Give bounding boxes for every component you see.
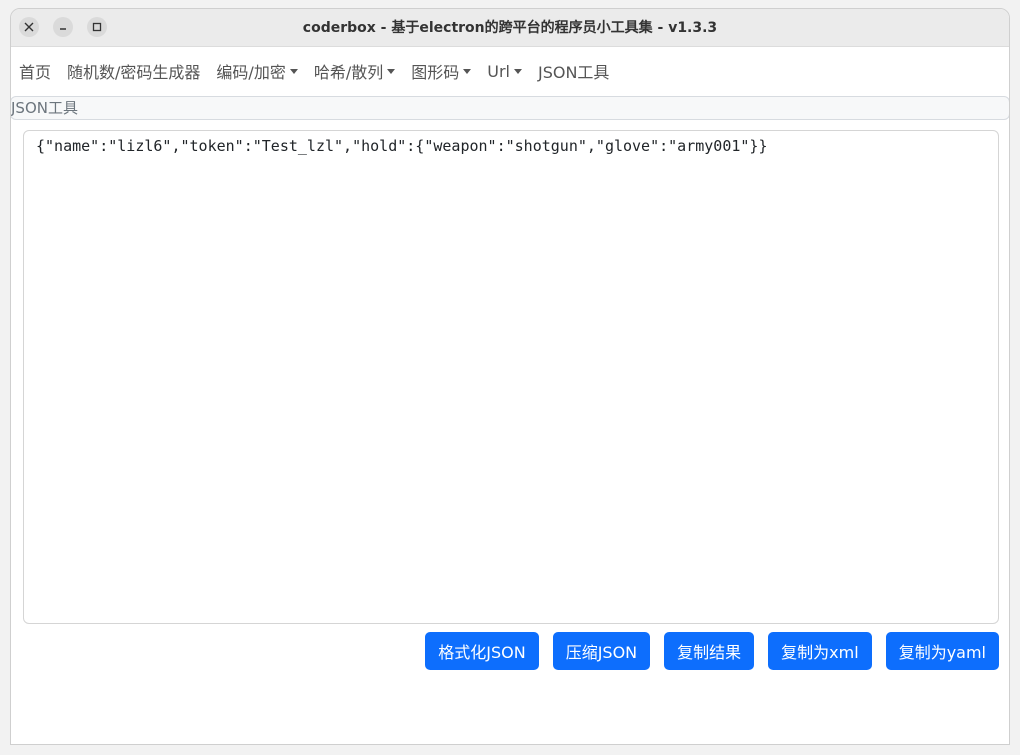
- window-title: coderbox - 基于electron的跨平台的程序员小工具集 - v1.3…: [302, 20, 718, 36]
- app-window: coderbox - 基于electron的跨平台的程序员小工具集 - v1.3…: [10, 8, 1010, 745]
- nav-home[interactable]: 首页: [19, 59, 51, 83]
- copy-as-xml-button[interactable]: 复制为xml: [768, 632, 872, 670]
- nav-hash-label: 哈希/散列: [313, 63, 384, 82]
- json-editor-textarea[interactable]: [23, 130, 999, 624]
- nav-url-dropdown[interactable]: Url: [487, 62, 522, 81]
- breadcrumb-label: JSON工具: [11, 99, 78, 117]
- nav-url-label: Url: [487, 61, 510, 81]
- nav-home-label: 首页: [19, 63, 52, 82]
- nav-json-tool-label: JSON工具: [537, 63, 610, 82]
- compress-json-button[interactable]: 压缩JSON: [552, 632, 651, 670]
- nav-graphic-code-dropdown[interactable]: 图形码: [411, 59, 472, 83]
- caret-down-icon: [387, 68, 396, 74]
- action-button-row: 格式化JSON 压缩JSON 复制结果 复制为xml 复制为yaml: [425, 632, 999, 670]
- breadcrumb: JSON工具: [11, 96, 1009, 120]
- copy-as-yaml-button[interactable]: 复制为yaml: [885, 632, 999, 670]
- copy-result-button[interactable]: 复制结果: [664, 632, 755, 670]
- top-navbar: 首页 随机数/密码生成器 编码/加密 哈希/散列 图形码 Url JSON工具: [11, 53, 625, 89]
- nav-graphic-code-label: 图形码: [411, 63, 460, 82]
- nav-random-password[interactable]: 随机数/密码生成器: [67, 59, 200, 83]
- nav-random-password-label: 随机数/密码生成器: [67, 63, 201, 82]
- nav-encode-encrypt-dropdown[interactable]: 编码/加密: [216, 59, 298, 83]
- caret-down-icon: [289, 68, 298, 74]
- title-bar: coderbox - 基于electron的跨平台的程序员小工具集 - v1.3…: [11, 9, 1009, 47]
- nav-json-tool[interactable]: JSON工具: [538, 59, 609, 83]
- format-json-button[interactable]: 格式化JSON: [425, 632, 539, 670]
- caret-down-icon: [513, 68, 522, 74]
- nav-encode-encrypt-label: 编码/加密: [216, 63, 286, 82]
- nav-hash-dropdown[interactable]: 哈希/散列: [313, 59, 396, 83]
- caret-down-icon: [463, 68, 472, 74]
